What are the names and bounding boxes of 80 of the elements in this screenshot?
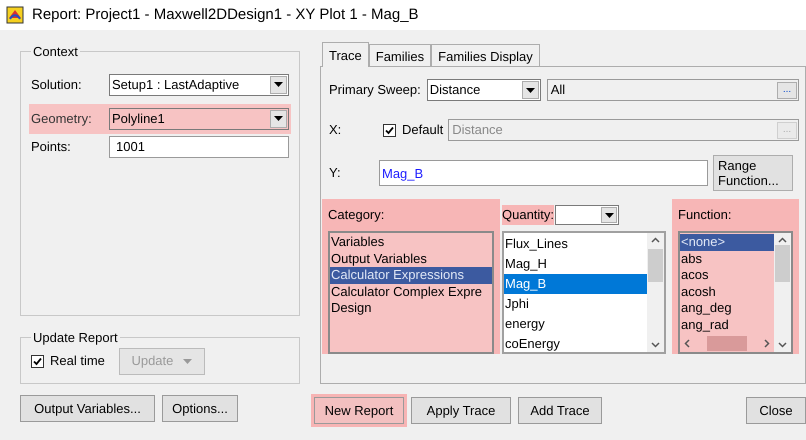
sweep-range-field[interactable]: All ... xyxy=(546,79,799,101)
y-field[interactable]: Mag_B xyxy=(379,160,708,186)
dropdown-value: Distance xyxy=(428,81,482,100)
scroll-left-icon[interactable] xyxy=(684,339,690,348)
button[interactable]: Options... xyxy=(162,395,238,422)
tab[interactable]: Families xyxy=(368,44,432,66)
scroll-right-icon[interactable] xyxy=(764,339,770,348)
field-label: Solution: xyxy=(31,76,83,94)
button[interactable]: Apply Trace xyxy=(411,397,511,424)
app-icon xyxy=(6,6,24,24)
field-label: Geometry: xyxy=(31,110,93,128)
dropdown-arrow-button[interactable] xyxy=(270,76,287,94)
list-item[interactable]: acos xyxy=(680,267,774,284)
points-field[interactable]: 1001 xyxy=(109,136,289,158)
dropdown[interactable]: Setup1 : LastAdaptive xyxy=(109,74,289,96)
list-item[interactable]: ang_rad xyxy=(680,316,774,333)
x-value: Distance xyxy=(452,121,504,140)
dropdown-arrow-button[interactable] xyxy=(270,110,287,128)
field-label: Points: xyxy=(31,138,72,156)
list-label: Function: xyxy=(678,206,732,224)
dropdown-value: Setup1 : LastAdaptive xyxy=(111,76,240,94)
list-item[interactable]: Calculator Expressions xyxy=(330,267,492,284)
scroll-thumb[interactable] xyxy=(707,336,747,351)
dropdown-arrow-icon xyxy=(183,358,192,364)
scroll-down-icon[interactable] xyxy=(651,342,660,348)
dropdown-arrow-icon xyxy=(274,116,283,121)
scroll-thumb[interactable] xyxy=(775,245,790,282)
vertical-scrollbar[interactable] xyxy=(774,233,791,352)
dropdown-arrow-icon xyxy=(604,212,614,218)
browse-button[interactable]: ... xyxy=(777,82,797,98)
tab[interactable]: Families Display xyxy=(431,44,540,66)
range-function-button[interactable]: Range Function... xyxy=(713,155,793,191)
list-item[interactable]: Flux_Lines xyxy=(504,234,647,254)
list-item[interactable]: Mag_H xyxy=(504,254,647,274)
listbox[interactable]: <none> abs acos acosh ang_deg ang_rad xyxy=(678,231,793,354)
list-label: Quantity: xyxy=(502,205,554,225)
list-item[interactable]: acosh xyxy=(680,284,774,300)
field-label: X: xyxy=(329,121,342,140)
list-item[interactable]: energy xyxy=(504,314,647,334)
list-item[interactable]: Design xyxy=(330,300,492,316)
list-item[interactable]: ang_deg xyxy=(680,300,774,316)
list-item[interactable]: <none> xyxy=(680,234,774,250)
listbox[interactable]: Flux_Lines Mag_H Mag_B Jphi energy coEnergy xyxy=(502,231,666,354)
dropdown-arrow-icon xyxy=(526,88,535,92)
button[interactable]: Output Variables... xyxy=(20,395,155,422)
sweep-range-value: All xyxy=(550,81,566,100)
list-item[interactable]: Variables xyxy=(330,234,492,250)
field-label: Y: xyxy=(329,164,342,182)
list-item[interactable]: abs xyxy=(680,250,774,267)
group-title: Context xyxy=(32,43,79,61)
list-item[interactable]: Mag_B xyxy=(504,274,647,294)
scroll-down-icon[interactable] xyxy=(778,342,787,348)
field-label: Primary Sweep: xyxy=(329,81,421,100)
quantity-filter-dropdown[interactable] xyxy=(555,205,620,225)
scroll-up-icon[interactable] xyxy=(778,237,787,243)
list-item[interactable]: Jphi xyxy=(504,294,647,314)
list-label: Category: xyxy=(328,206,384,224)
checkbox-label: Default xyxy=(402,121,444,140)
dropdown-value: Polyline1 xyxy=(111,110,166,128)
checkbox[interactable] xyxy=(383,124,396,136)
button[interactable]: Add Trace xyxy=(518,397,602,424)
list-item[interactable]: coEnergy xyxy=(504,334,647,352)
list-item[interactable]: Calculator Complex Expre xyxy=(330,284,492,300)
listbox[interactable]: Variables Output Variables Calculator Expressions Calculator Complex Expre Design xyxy=(328,231,494,354)
dropdown-arrow-button[interactable] xyxy=(601,207,618,223)
checkbox-label: Real time xyxy=(50,352,105,370)
dropdown-arrow-button[interactable] xyxy=(522,81,539,99)
dropdown[interactable]: Polyline1 xyxy=(109,108,289,130)
button[interactable]: Close xyxy=(746,397,806,424)
button[interactable]: New Report xyxy=(314,397,404,424)
group-title: Update Report xyxy=(32,329,119,347)
dropdown[interactable]: Distance xyxy=(426,79,541,101)
scroll-thumb[interactable] xyxy=(648,249,663,282)
tab[interactable]: Trace xyxy=(322,42,369,67)
window-title: Report: Project1 - Maxwell2DDesign1 - XY Plot 1 - Mag_B xyxy=(32,4,419,25)
checkbox[interactable] xyxy=(31,354,44,368)
scroll-up-icon[interactable] xyxy=(651,237,660,243)
dropdown-arrow-icon xyxy=(274,82,283,87)
list-item[interactable]: Output Variables xyxy=(330,250,492,267)
vertical-scrollbar[interactable] xyxy=(647,233,664,352)
